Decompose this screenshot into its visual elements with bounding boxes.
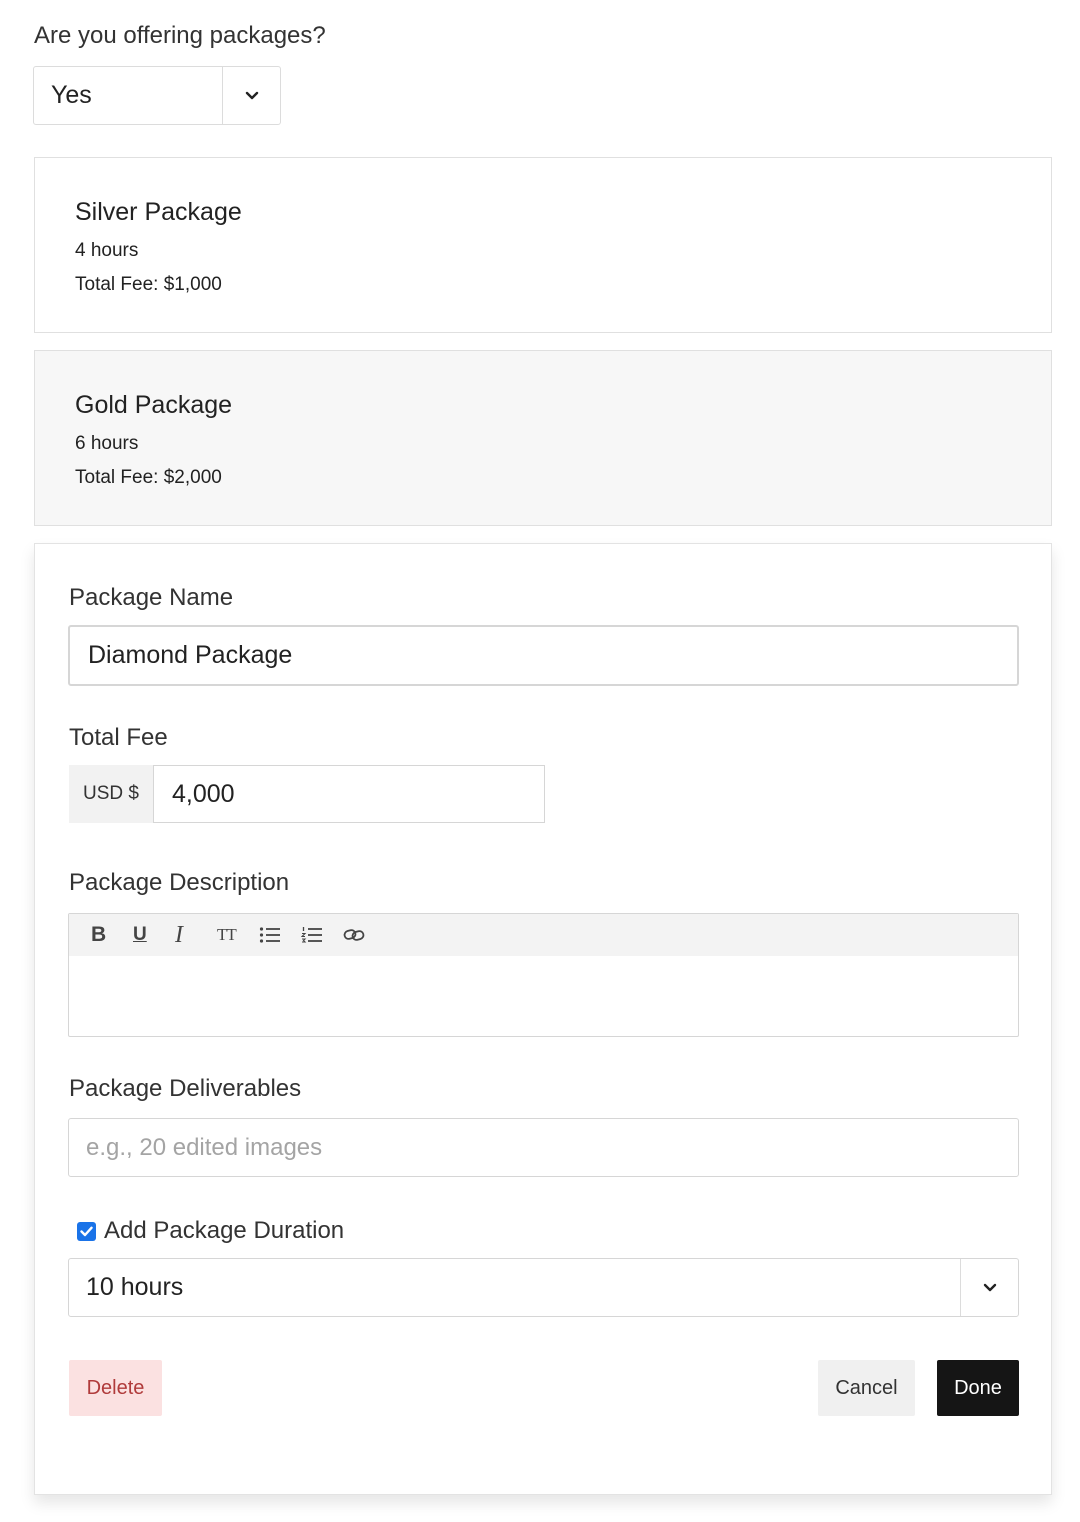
add-duration-toggle[interactable]: Add Package Duration (77, 1217, 344, 1245)
package-card-silver[interactable]: Silver Package 4 hours Total Fee: $1,000 (34, 157, 1052, 333)
package-fee: Total Fee: $2,000 (75, 467, 222, 488)
delete-button[interactable]: Delete (69, 1360, 162, 1416)
duration-checkbox-label: Add Package Duration (104, 1217, 345, 1244)
italic-button[interactable]: I (173, 920, 215, 950)
duration-select-value: 10 hours (86, 1273, 184, 1301)
total-fee-input[interactable]: 4,000 (153, 765, 545, 823)
bullet-list-button[interactable] (257, 920, 299, 950)
package-editor: Package Name Diamond Package Total Fee U… (34, 543, 1052, 1495)
package-deliverables-input[interactable]: e.g., 20 edited images (68, 1118, 1019, 1177)
text-size-button[interactable]: TT (215, 920, 257, 950)
done-button[interactable]: Done (937, 1360, 1019, 1416)
rich-text-toolbar: B U I TT (69, 914, 1018, 956)
currency-prefix: USD $ (69, 765, 153, 823)
total-fee-group: USD $ 4,000 (69, 765, 545, 823)
chevron-down-icon (983, 1283, 996, 1291)
package-duration: 6 hours (75, 433, 139, 454)
bold-button[interactable]: B (89, 920, 131, 950)
duration-checkbox[interactable] (77, 1221, 96, 1241)
link-button[interactable] (341, 920, 383, 950)
offering-select-value: Yes (51, 81, 92, 109)
underline-button[interactable]: U (131, 920, 173, 950)
package-name: Silver Package (75, 198, 242, 226)
package-duration: 4 hours (75, 240, 139, 261)
numbered-list-icon (301, 927, 322, 943)
checkmark-icon (80, 1226, 93, 1236)
duration-select[interactable]: 10 hours (68, 1258, 1019, 1317)
package-fee: Total Fee: $1,000 (75, 274, 222, 295)
package-card-gold[interactable]: Gold Package 6 hours Total Fee: $2,000 (34, 350, 1052, 526)
link-icon (343, 929, 365, 941)
cancel-button[interactable]: Cancel (818, 1360, 915, 1416)
chevron-down-icon (245, 91, 258, 99)
package-name-label: Package Name (69, 584, 234, 611)
package-name: Gold Package (75, 391, 233, 419)
bullet-list-icon (259, 927, 280, 943)
package-description-editor: B U I TT (68, 913, 1019, 1037)
offering-select[interactable]: Yes (33, 66, 281, 125)
total-fee-label: Total Fee (69, 724, 168, 751)
duration-select-toggle[interactable] (960, 1259, 1018, 1316)
package-name-input[interactable]: Diamond Package (68, 625, 1019, 686)
numbered-list-button[interactable] (299, 920, 341, 950)
offering-select-toggle[interactable] (222, 67, 280, 124)
deliverables-placeholder: e.g., 20 edited images (86, 1133, 323, 1161)
package-deliverables-label: Package Deliverables (69, 1075, 302, 1102)
offering-question: Are you offering packages? (34, 22, 326, 49)
package-description-label: Package Description (69, 869, 290, 896)
